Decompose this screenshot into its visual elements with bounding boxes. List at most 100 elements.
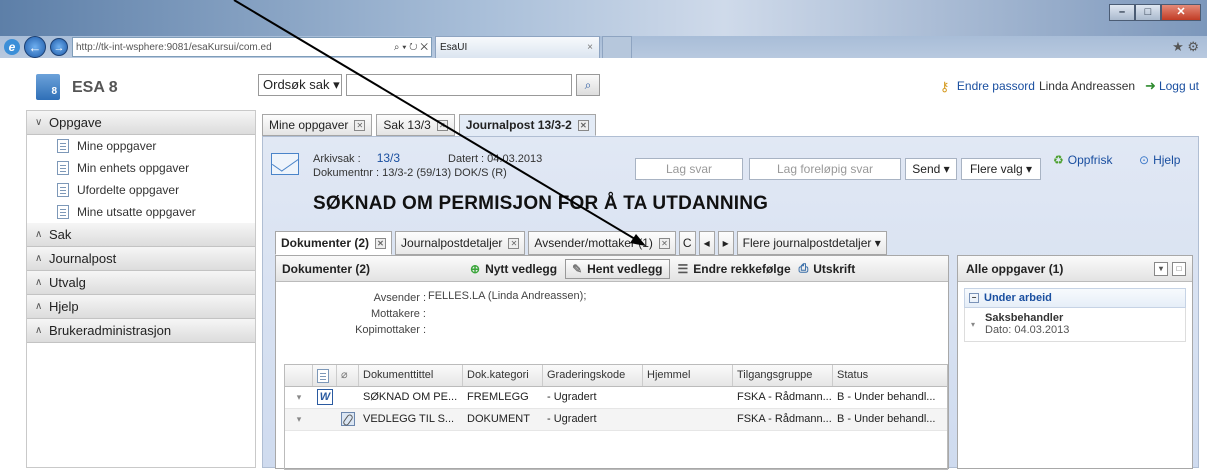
- chevron-icon: ∨: [35, 117, 43, 128]
- tab-flere-journalpostdetaljer[interactable]: Flere journalpostdetaljer ▾: [736, 231, 887, 255]
- sidebar-item-ufordelte-oppgaver[interactable]: Ufordelte oppgaver: [27, 179, 255, 201]
- table-row[interactable]: ▾ W SØKNAD OM PE... FREMLEGG - Ugradert …: [285, 387, 947, 409]
- sidebar-item-min-enhets-oppgaver[interactable]: Min enhets oppgaver: [27, 157, 255, 179]
- sidebar-section-label: Sak: [49, 227, 72, 242]
- tab-label: Dokumenter (2): [281, 236, 370, 250]
- forward-button[interactable]: →: [50, 38, 68, 56]
- minimize-button[interactable]: –: [1109, 4, 1135, 21]
- arkivsak-label: Arkivsak :: [313, 153, 361, 165]
- back-button[interactable]: ←: [24, 36, 46, 58]
- hent-vedlegg-label: Hent vedlegg: [587, 261, 663, 276]
- col-tilgangsgruppe[interactable]: Tilgangsgruppe: [733, 365, 833, 386]
- tab-label: Journalpost 13/3-2: [465, 118, 572, 132]
- col-hjemmel[interactable]: Hjemmel: [643, 365, 733, 386]
- endre-rekkefolge-label: Endre rekkefølge: [693, 261, 791, 276]
- key-icon: ⚷: [939, 79, 950, 94]
- close-tab-icon[interactable]: ✕: [658, 237, 670, 249]
- sidebar-item-mine-oppgaver[interactable]: Mine oppgaver: [27, 135, 255, 157]
- sidebar-section-hjelp[interactable]: ∧ Hjelp: [27, 295, 255, 319]
- flere-valg-button[interactable]: Flere valg ▾: [961, 158, 1041, 180]
- hent-vedlegg-button[interactable]: ✎ Hent vedlegg: [565, 258, 670, 279]
- col-status[interactable]: Status: [833, 365, 943, 386]
- document-icon: [57, 139, 69, 153]
- oppfrisk-label: Oppfrisk: [1067, 153, 1113, 167]
- search-button[interactable]: ⌕: [576, 74, 600, 96]
- browser-nav-row: e ← → http://tk-int-wsphere:9081/esaKurs…: [0, 36, 1207, 58]
- cell-gradering: - Ugradert: [547, 391, 597, 403]
- task-item[interactable]: ▾ Saksbehandler Dato: 04.03.2013: [964, 308, 1186, 342]
- favorites-tools-icons[interactable]: ★ ⚙: [1172, 39, 1199, 55]
- documents-toolbar: Dokumenter (2) ⊕ Nytt vedlegg ✎ Hent vedle…: [276, 256, 948, 282]
- close-tab-icon[interactable]: ✕: [508, 237, 520, 249]
- tab-label: Mine oppgaver: [269, 118, 349, 132]
- attachment-cell: [337, 387, 359, 408]
- help-icon: ⊙: [1139, 153, 1150, 167]
- app-name: ESA 8: [72, 79, 118, 96]
- utskrift-button[interactable]: ⎙ Utskrift: [799, 261, 856, 276]
- col-dokumenttittel[interactable]: Dokumenttittel: [359, 365, 463, 386]
- maximize-panel-icon[interactable]: □: [1172, 261, 1186, 276]
- col-graderingskode[interactable]: Graderingskode: [543, 365, 643, 386]
- expand-row-icon[interactable]: ▾: [285, 409, 313, 430]
- address-labels: Avsender : Mottakere : Kopimottaker :: [276, 290, 426, 338]
- new-tab-button[interactable]: [602, 36, 632, 58]
- expand-task-icon[interactable]: ▾: [971, 320, 975, 329]
- cell-status: B - Under behandl...: [837, 391, 936, 403]
- address-bar[interactable]: http://tk-int-wsphere:9081/esaKursui/com…: [72, 37, 432, 57]
- hjelp-link[interactable]: ⊙ Hjelp: [1139, 153, 1180, 167]
- tab-scroll-right[interactable]: ▸: [717, 231, 734, 255]
- expand-row-icon[interactable]: ▾: [285, 387, 313, 408]
- journalpost-title: SØKNAD OM PERMISJON FOR Å TA UTDANNING: [313, 193, 769, 214]
- browser-chrome: – □ ✕ e ← → http://tk-int-wsphere:9081/e…: [0, 0, 1207, 58]
- document-icon: [57, 161, 69, 175]
- oppfrisk-link[interactable]: ♻ Oppfrisk: [1053, 153, 1112, 167]
- sidebar-item-label: Mine oppgaver: [77, 139, 157, 153]
- tab-mine-oppgaver[interactable]: Mine oppgaver ✕: [262, 114, 373, 136]
- sidebar-section-brukeradministrasjon[interactable]: ∧ Brukeradministrasjon: [27, 319, 255, 343]
- task-group-under-arbeid[interactable]: − Under arbeid: [964, 288, 1186, 308]
- documents-title: Dokumenter (2): [282, 261, 371, 276]
- cell-title: SØKNAD OM PE...: [363, 391, 458, 403]
- nytt-vedlegg-label: Nytt vedlegg: [485, 261, 558, 276]
- sidebar-section-utvalg[interactable]: ∧ Utvalg: [27, 271, 255, 295]
- close-tab-icon[interactable]: ✕: [354, 119, 366, 131]
- table-row[interactable]: ▾ VEDLEGG TIL S... DOKUMENT - Ugradert F…: [285, 409, 947, 431]
- send-button[interactable]: Send ▾: [905, 158, 957, 180]
- tab-avsender-mottaker[interactable]: Avsender/mottaker (1) ✕: [528, 231, 676, 255]
- sidebar-section-journalpost[interactable]: ∧ Journalpost: [27, 247, 255, 271]
- logout-link[interactable]: Logg ut: [1159, 79, 1199, 93]
- arkivsak-value[interactable]: 13/3: [377, 151, 400, 165]
- sidebar-section-sak[interactable]: ∧ Sak: [27, 223, 255, 247]
- search-input[interactable]: [346, 74, 572, 96]
- search-type-select[interactable]: Ordsøk sak ▾: [258, 74, 342, 96]
- col-dokkategori[interactable]: Dok.kategori: [463, 365, 543, 386]
- lag-forelopig-svar-button[interactable]: Lag foreløpig svar: [749, 158, 901, 180]
- sidebar-section-oppgave[interactable]: ∨ Oppgave: [27, 111, 255, 135]
- browser-tab-esaui[interactable]: EsaUI ×: [435, 36, 600, 58]
- nytt-vedlegg-button[interactable]: ⊕ Nytt vedlegg: [470, 262, 557, 276]
- tab-journalpost[interactable]: Journalpost 13/3-2 ✕: [458, 114, 596, 136]
- sidebar-item-mine-utsatte-oppgaver[interactable]: Mine utsatte oppgaver: [27, 201, 255, 223]
- close-tab-icon[interactable]: ✕: [436, 119, 448, 131]
- maximize-button[interactable]: □: [1135, 4, 1161, 21]
- address-url: http://tk-int-wsphere:9081/esaKursui/com…: [76, 41, 272, 53]
- tasks-title: Alle oppgaver (1): [966, 261, 1064, 276]
- close-tab-icon[interactable]: ✕: [375, 237, 387, 249]
- tab-truncated[interactable]: C: [678, 231, 696, 255]
- close-window-button[interactable]: ✕: [1161, 4, 1201, 21]
- endre-rekkefolge-button[interactable]: ☰ Endre rekkefølge: [678, 262, 791, 276]
- close-tab-icon[interactable]: ✕: [577, 119, 589, 131]
- address-tools[interactable]: ⌕ ▾ ↻ ✕: [394, 42, 431, 53]
- tab-dokumenter[interactable]: Dokumenter (2) ✕: [275, 231, 393, 255]
- tab-sak[interactable]: Sak 13/3 ✕: [376, 114, 455, 136]
- change-password-link[interactable]: Endre passord: [957, 79, 1035, 93]
- browser-tab-close-icon[interactable]: ×: [587, 42, 593, 53]
- collapse-icon[interactable]: −: [969, 293, 979, 303]
- tab-scroll-left[interactable]: ◂: [698, 231, 715, 255]
- tab-journalpostdetaljer[interactable]: Journalpostdetaljer ✕: [395, 231, 526, 255]
- lag-svar-button[interactable]: Lag svar: [635, 158, 743, 180]
- chevron-icon: ∧: [35, 229, 43, 240]
- documents-panel: Dokumenter (2) ⊕ Nytt vedlegg ✎ Hent vedle…: [275, 255, 949, 470]
- dropdown-icon[interactable]: ▾: [1154, 261, 1168, 276]
- tab-label: Avsender/mottaker (1): [534, 236, 653, 250]
